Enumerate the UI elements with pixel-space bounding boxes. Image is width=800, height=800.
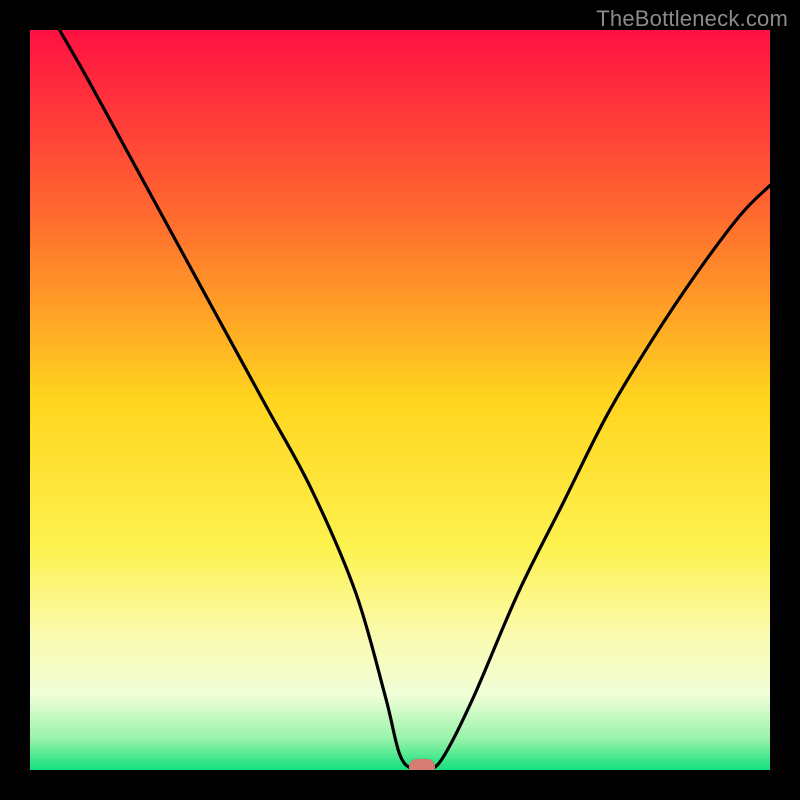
branding-watermark: TheBottleneck.com bbox=[596, 6, 788, 32]
optimal-marker bbox=[409, 759, 435, 770]
chart-stage: TheBottleneck.com bbox=[0, 0, 800, 800]
bottleneck-curve bbox=[30, 30, 770, 770]
plot-area bbox=[30, 30, 770, 770]
